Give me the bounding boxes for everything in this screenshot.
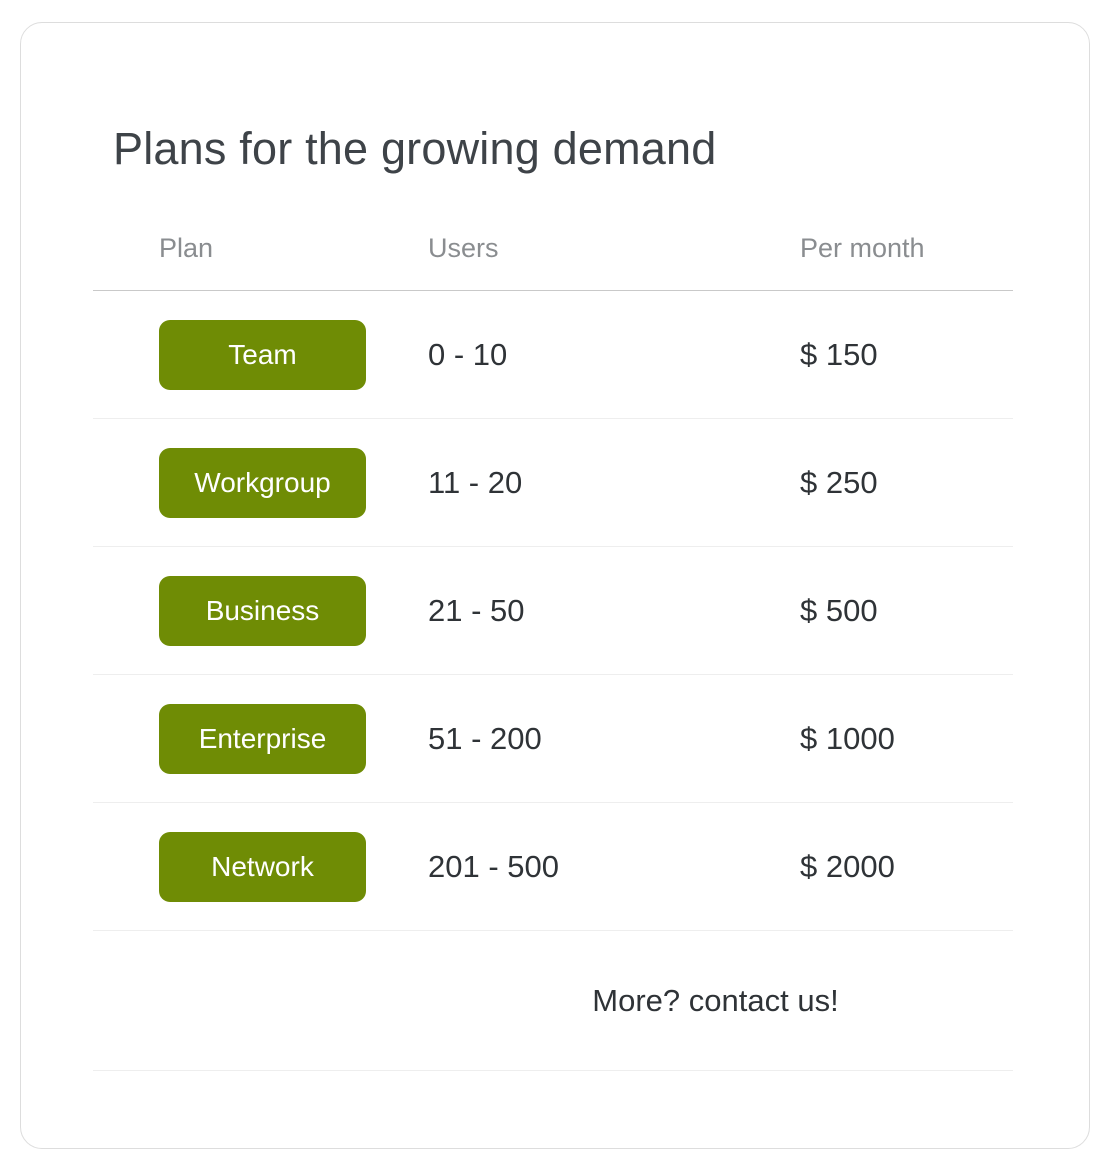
plan-badge-network[interactable]: Network	[159, 831, 366, 902]
price-cell: $ 150	[788, 290, 1013, 419]
table-row: Team 0 - 10 $ 150	[93, 290, 1013, 419]
table-row: Workgroup 11 - 20 $ 250	[93, 418, 1013, 547]
users-cell: 11 - 20	[418, 418, 788, 547]
plan-cell: Workgroup	[93, 418, 418, 547]
table-footer: More? contact us!	[93, 930, 1013, 1071]
page-title: Plans for the growing demand	[113, 123, 717, 174]
column-header-per-month: Per month	[788, 233, 1013, 291]
table-row: Enterprise 51 - 200 $ 1000	[93, 674, 1013, 803]
users-cell: 21 - 50	[418, 546, 788, 675]
page-root: Plans for the growing demand Plan Users …	[0, 0, 1108, 1171]
users-cell: 201 - 500	[418, 802, 788, 931]
table-header-row: Plan Users Per month	[93, 233, 1013, 291]
price-cell: $ 250	[788, 418, 1013, 547]
footer-spacer-cell	[93, 930, 418, 1071]
plan-badge-enterprise[interactable]: Enterprise	[159, 703, 366, 774]
price-cell: $ 2000	[788, 802, 1013, 931]
table-header: Plan Users Per month	[93, 233, 1013, 291]
table-footer-row: More? contact us!	[93, 930, 1013, 1071]
table-body: Team 0 - 10 $ 150 Workgroup 11 - 20 $ 25…	[93, 290, 1013, 931]
column-header-users: Users	[418, 233, 788, 291]
table-row: Network 201 - 500 $ 2000	[93, 802, 1013, 931]
users-cell: 0 - 10	[418, 290, 788, 419]
plan-badge-business[interactable]: Business	[159, 575, 366, 646]
pricing-card: Plans for the growing demand Plan Users …	[20, 22, 1090, 1149]
table-row: Business 21 - 50 $ 500	[93, 546, 1013, 675]
contact-us-note[interactable]: More? contact us!	[418, 983, 1013, 1019]
plan-cell: Network	[93, 802, 418, 931]
users-cell: 51 - 200	[418, 674, 788, 803]
price-cell: $ 1000	[788, 674, 1013, 803]
plan-cell: Business	[93, 546, 418, 675]
pricing-table: Plan Users Per month Team 0 - 10 $ 150 W…	[93, 233, 1013, 1071]
plan-cell: Enterprise	[93, 674, 418, 803]
footer-note-cell: More? contact us!	[418, 930, 1013, 1071]
plan-badge-team[interactable]: Team	[159, 319, 366, 390]
column-header-plan: Plan	[93, 233, 418, 291]
plan-cell: Team	[93, 290, 418, 419]
price-cell: $ 500	[788, 546, 1013, 675]
plan-badge-workgroup[interactable]: Workgroup	[159, 447, 366, 518]
